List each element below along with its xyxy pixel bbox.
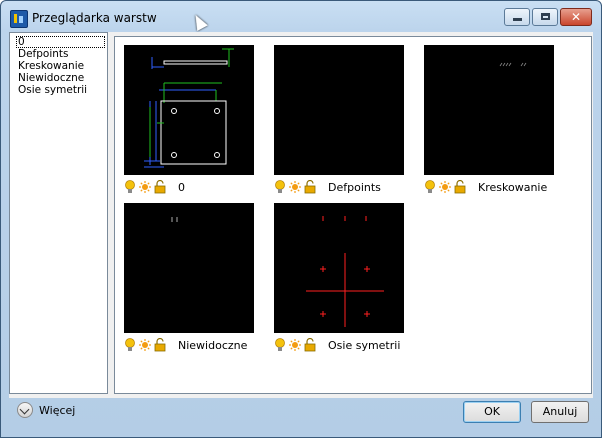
layer-thumbnail-0[interactable]: 0 [124, 45, 254, 194]
layer-preview-3 [124, 203, 254, 333]
sun-thaw-icon[interactable] [289, 180, 301, 194]
minimize-icon [513, 18, 522, 21]
layer-thumbnail-2[interactable]: Kreskowanie [424, 45, 554, 194]
sun-thaw-icon[interactable] [439, 180, 451, 194]
layer-thumbnails-panel: 0 Defpoints Kreskowanie Niewidoczne Osie… [114, 36, 592, 394]
layer-thumbnail-name: Defpoints [328, 181, 381, 194]
layer-list-item[interactable]: Niewidoczne [10, 72, 107, 84]
layer-browser-window: Przeglądarka warstw ✕ 0 Defpoints Kresko… [0, 0, 602, 438]
layer-list-item[interactable]: Kreskowanie [10, 60, 107, 72]
layer-thumbnail-labelrow: Niewidoczne [124, 338, 274, 354]
layer-thumbnail-labelrow: Osie symetrii [274, 338, 424, 354]
close-icon: ✕ [570, 10, 582, 24]
chevron-down-icon[interactable] [17, 402, 33, 418]
ok-button[interactable]: OK [463, 401, 521, 423]
close-button[interactable]: ✕ [560, 8, 592, 26]
dialog-content: 0 Defpoints Kreskowanie Niewidoczne Osie… [9, 32, 593, 398]
mouse-cursor-icon [190, 12, 208, 31]
layer-list-item[interactable]: 0 [16, 36, 105, 48]
maximize-button[interactable] [532, 8, 558, 26]
layer-thumbnail-name: Niewidoczne [178, 339, 248, 352]
layer-thumbnail-name: Kreskowanie [478, 181, 548, 194]
layer-list-item[interactable]: Defpoints [10, 48, 107, 60]
dialog-footer: Więcej OK Anuluj [1, 398, 601, 437]
padlock-unlocked-icon[interactable] [304, 180, 316, 194]
layer-list-item[interactable]: Osie symetrii [10, 84, 107, 96]
layer-thumbnail-labelrow: Defpoints [274, 180, 424, 196]
sun-thaw-icon[interactable] [289, 338, 301, 352]
layer-preview-4 [274, 203, 404, 333]
padlock-unlocked-icon[interactable] [154, 338, 166, 352]
padlock-unlocked-icon[interactable] [154, 180, 166, 194]
layer-thumbnail-3[interactable]: Niewidoczne [124, 203, 254, 352]
layer-list[interactable]: 0 Defpoints Kreskowanie Niewidoczne Osie… [9, 32, 108, 394]
lightbulb-on-icon[interactable] [124, 338, 136, 352]
padlock-unlocked-icon[interactable] [454, 180, 466, 194]
sun-thaw-icon[interactable] [139, 180, 151, 194]
layer-thumbnail-4[interactable]: Osie symetrii [274, 203, 404, 352]
more-button-label[interactable]: Więcej [39, 404, 75, 417]
layer-preview-2 [424, 45, 554, 175]
layer-thumbnail-1[interactable]: Defpoints [274, 45, 404, 194]
padlock-unlocked-icon[interactable] [304, 338, 316, 352]
maximize-icon [541, 13, 550, 20]
layer-thumbnail-labelrow: 0 [124, 180, 274, 196]
layer-thumbnail-name: Osie symetrii [328, 339, 401, 352]
lightbulb-on-icon[interactable] [274, 180, 286, 194]
window-title: Przeglądarka warstw [32, 11, 157, 25]
lightbulb-on-icon[interactable] [124, 180, 136, 194]
title-bar[interactable]: Przeglądarka warstw ✕ [1, 1, 601, 31]
cancel-button[interactable]: Anuluj [531, 401, 589, 423]
app-icon [10, 10, 28, 28]
layer-thumbnail-name: 0 [178, 181, 185, 194]
sun-thaw-icon[interactable] [139, 338, 151, 352]
layer-preview-1 [274, 45, 404, 175]
lightbulb-on-icon[interactable] [274, 338, 286, 352]
layer-preview-0 [124, 45, 254, 175]
lightbulb-on-icon[interactable] [424, 180, 436, 194]
minimize-button[interactable] [504, 8, 530, 26]
layer-thumbnail-labelrow: Kreskowanie [424, 180, 574, 196]
